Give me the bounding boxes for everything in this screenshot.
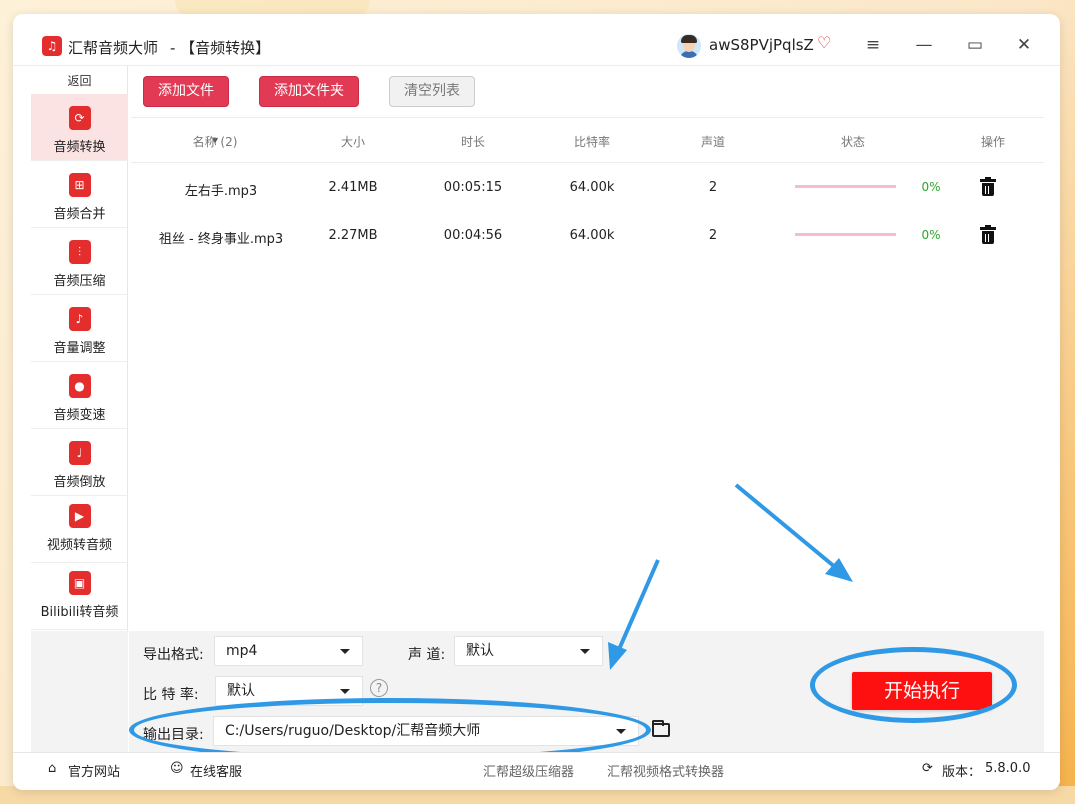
- online-support-link[interactable]: 在线客服: [190, 761, 242, 780]
- footer: ⌂ 官方网站 ☺ 在线客服 汇帮超级压缩器 汇帮视频格式转换器 ⟳ 版本： 5.…: [13, 752, 1060, 790]
- annotation-arrow-output: [608, 559, 660, 670]
- home-icon[interactable]: ⌂: [48, 761, 56, 776]
- annotation-arrow-start: [734, 483, 853, 582]
- version-label: 版本：: [942, 765, 982, 780]
- official-website-link[interactable]: 官方网站: [68, 761, 120, 780]
- video-converter-link[interactable]: 汇帮视频格式转换器: [607, 761, 724, 780]
- refresh-icon[interactable]: ⟳: [922, 761, 933, 776]
- headset-icon[interactable]: ☺: [170, 761, 184, 776]
- annotation-arrows: [608, 483, 853, 670]
- app-window: ♫ 汇帮音频大师 - 【音频转换】 awS8PVjPqlsZ ♡ ≡ — ▭ ✕…: [13, 14, 1060, 790]
- version-number: 5.8.0.0: [985, 761, 1031, 776]
- compressor-link[interactable]: 汇帮超级压缩器: [483, 761, 574, 780]
